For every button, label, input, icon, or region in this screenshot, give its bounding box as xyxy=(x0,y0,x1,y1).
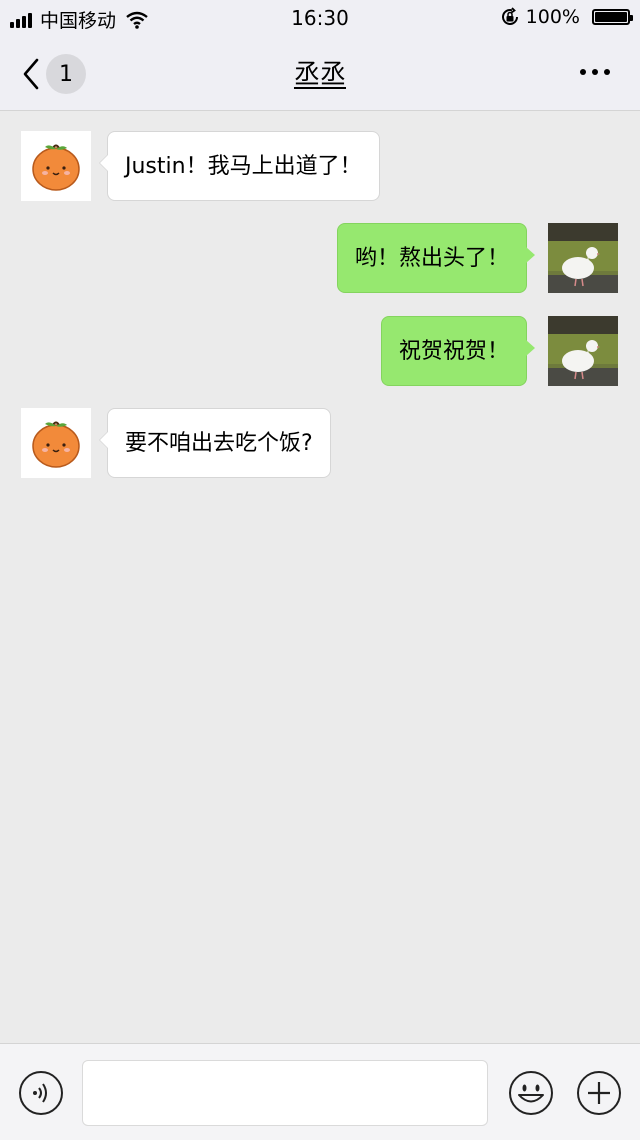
battery-icon xyxy=(592,9,633,25)
orange-avatar-icon xyxy=(32,144,80,191)
message-row: 祝贺祝贺！ xyxy=(0,316,640,388)
message-input[interactable] xyxy=(82,1060,488,1126)
more-functions-button[interactable] xyxy=(576,1070,622,1120)
outgoing-message-bubble[interactable]: 祝贺祝贺！ xyxy=(380,316,536,386)
my-avatar[interactable] xyxy=(548,316,618,386)
smiley-icon xyxy=(509,1071,553,1115)
battery-percent: 100% xyxy=(525,6,580,28)
outgoing-message-bubble[interactable]: 哟！熬出头了！ xyxy=(336,223,536,293)
more-options-button[interactable] xyxy=(580,69,610,75)
plus-icon xyxy=(577,1071,621,1115)
incoming-message-bubble[interactable]: Justin！我马上出道了！ xyxy=(99,131,380,201)
emoji-button[interactable] xyxy=(508,1070,554,1120)
orientation-lock-icon xyxy=(501,7,518,25)
chat-title: 丞丞 xyxy=(293,60,346,90)
dot-icon xyxy=(604,69,610,75)
my-avatar[interactable] xyxy=(548,223,618,293)
incoming-message-bubble[interactable]: 要不咱出去吃个饭? xyxy=(99,408,331,478)
dot-icon xyxy=(592,69,598,75)
contact-avatar[interactable] xyxy=(21,131,91,201)
status-right: 100% xyxy=(500,6,633,28)
message-row: 哟！熬出头了！ xyxy=(0,223,640,295)
voice-icon xyxy=(19,1071,63,1115)
status-bar: 中国移动 16:30 100% xyxy=(0,0,640,36)
contact-avatar[interactable] xyxy=(21,408,91,478)
white-bird-avatar-icon xyxy=(548,223,618,293)
message-row: 要不咱出去吃个饭? xyxy=(0,408,640,480)
dot-icon xyxy=(580,69,586,75)
voice-input-button[interactable] xyxy=(18,1070,64,1120)
input-bar xyxy=(0,1043,640,1140)
orange-avatar-icon xyxy=(32,421,80,468)
message-row: Justin！我马上出道了！ xyxy=(0,131,640,203)
white-bird-avatar-icon xyxy=(548,316,618,386)
nav-bar: 1 丞丞 xyxy=(0,36,640,111)
